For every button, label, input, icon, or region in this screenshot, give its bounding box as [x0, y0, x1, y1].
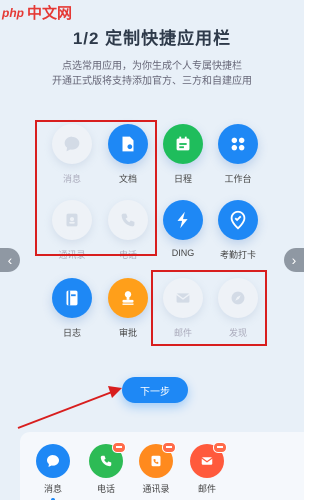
dock-label: 邮件 — [197, 484, 216, 494]
dock-item-mail[interactable]: 邮件 — [185, 442, 229, 495]
app-label: DING — [171, 248, 195, 258]
next-arrow-icon[interactable]: › — [284, 248, 304, 272]
subtitle-line-2: 开通正式版将支持添加官方、三方和自建应用 — [52, 76, 252, 87]
onboarding-screen: php 中文网 1/2 定制快捷应用栏 点选常用应用，为你生成个人专属快捷栏 开… — [0, 0, 304, 500]
app-attendance[interactable]: 考勤打卡 — [208, 200, 268, 261]
app-ding[interactable]: DING — [153, 200, 213, 258]
dock-label: 通讯录 — [142, 484, 170, 494]
dock-item-phone[interactable]: 电话 — [84, 442, 128, 495]
php-cn-watermark: php 中文网 — [2, 2, 72, 23]
app-label: 审批 — [118, 328, 137, 338]
dock-label: 消息 — [43, 484, 62, 494]
mail-icon — [201, 457, 213, 465]
dock-item-contacts[interactable]: 通讯录 — [134, 442, 178, 495]
highlight-box-right — [151, 270, 267, 346]
phone-icon — [100, 455, 112, 467]
log-icon — [66, 290, 78, 306]
prev-arrow-icon[interactable]: ‹ — [0, 248, 20, 272]
remove-badge-icon[interactable] — [213, 442, 227, 453]
watermark-prefix: php — [2, 5, 24, 20]
app-label: 考勤打卡 — [219, 250, 256, 260]
app-label: 工作台 — [224, 174, 252, 184]
highlight-box-left — [35, 120, 157, 256]
next-step-button[interactable]: 下一步 — [122, 377, 188, 403]
ding-icon — [177, 211, 188, 229]
watermark-name: 中文网 — [27, 5, 73, 22]
app-approval[interactable]: 审批 — [98, 278, 158, 339]
attendance-icon — [230, 210, 246, 230]
remove-badge-icon[interactable] — [112, 442, 126, 453]
page-title: 1/2 定制快捷应用栏 — [72, 29, 232, 48]
app-label: 日志 — [62, 328, 81, 338]
message-icon — [47, 455, 59, 467]
app-label: 日程 — [173, 174, 192, 184]
app-workbench[interactable]: 工作台 — [208, 124, 268, 185]
workbench-icon — [231, 137, 245, 151]
dock-label: 电话 — [96, 484, 115, 494]
app-calendar[interactable]: 日程 — [153, 124, 213, 185]
approval-icon — [122, 291, 134, 305]
remove-badge-icon[interactable] — [162, 442, 176, 453]
dock-item-message[interactable]: 消息 — [31, 444, 75, 500]
app-log[interactable]: 日志 — [42, 278, 102, 339]
contacts-icon — [151, 455, 161, 467]
calendar-icon — [176, 136, 190, 151]
subtitle-line-1: 点选常用应用，为你生成个人专属快捷栏 — [62, 61, 242, 72]
